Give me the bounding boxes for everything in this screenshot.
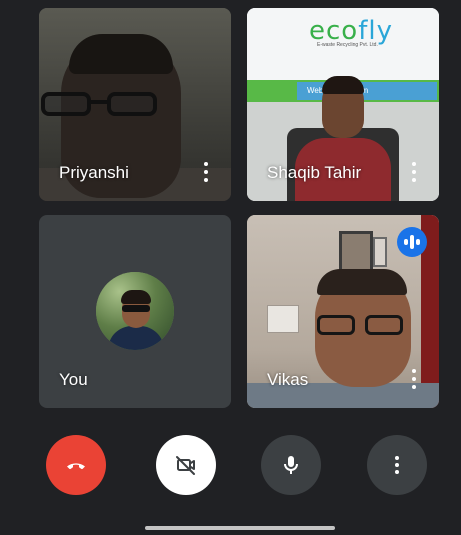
participant-name: Vikas [267,370,309,389]
avatar [96,272,174,350]
microphone-button[interactable] [261,435,321,495]
end-call-icon [67,463,85,470]
more-options-icon[interactable] [411,369,417,389]
camera-toggle-button[interactable] [156,435,216,495]
website-banner: Web ewaste.com [297,82,437,100]
participant-name: Shaqib Tahir [267,163,362,182]
speaking-indicator-icon [397,227,427,257]
participant-name: You [59,370,88,389]
participant-name: Priyanshi [59,163,129,182]
participant-tile-you[interactable]: You [39,215,231,408]
participant-tile-shaqib-tahir[interactable]: ecofly E-waste Recycling Pvt. Ltd. Web e… [247,8,439,201]
more-options-icon[interactable] [411,162,417,182]
home-indicator[interactable] [145,526,335,530]
participant-tile-priyanshi[interactable]: Priyanshi [39,8,231,201]
participant-tile-vikas[interactable]: Vikas [247,215,439,408]
end-call-button[interactable] [46,435,106,495]
more-options-button[interactable] [367,435,427,495]
mic-icon [284,456,298,474]
more-options-icon[interactable] [203,162,209,182]
camera-off-icon [176,456,195,475]
logo-tagline: E-waste Recycling Pvt. Ltd. [317,42,378,48]
more-vert-icon [395,456,399,474]
